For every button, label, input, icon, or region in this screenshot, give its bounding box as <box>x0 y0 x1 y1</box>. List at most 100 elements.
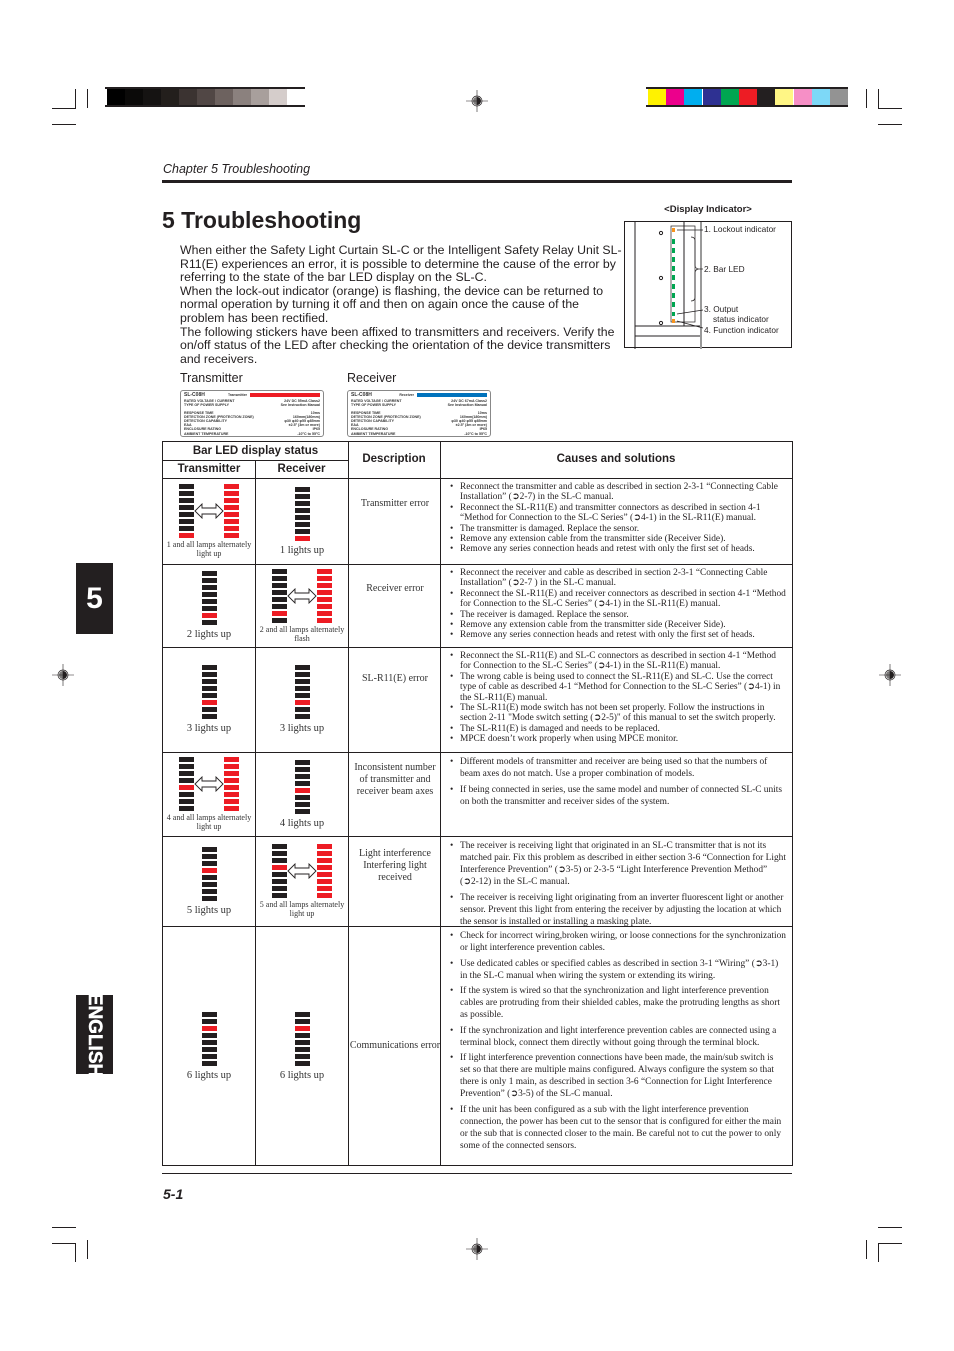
led-segment-off <box>201 672 217 677</box>
led-segment-off <box>179 519 194 524</box>
led-segment-lit <box>317 844 332 849</box>
bar-led-column <box>201 665 217 719</box>
led-segment-off <box>201 874 217 880</box>
receiver-status-cell: 4 lights up <box>256 752 348 836</box>
color-swatch <box>720 89 739 106</box>
registration-mark-icon <box>466 90 488 112</box>
led-segment-lit <box>224 806 239 811</box>
led-segment-off <box>201 1011 217 1017</box>
led-segment-off <box>272 582 287 588</box>
sticker-row: TYPE OF POWER SUPPLY See Instruction Manu… <box>351 403 487 407</box>
display-indicator-diagram: 1. Lockout indicator 2. Bar LED 3. Outpu… <box>624 221 792 349</box>
crop-mark <box>878 89 879 108</box>
led-segment-off <box>272 872 287 877</box>
status-caption: 3 lights up <box>186 723 232 734</box>
color-swatch <box>830 89 848 106</box>
sticker-field: AMBIENT TEMPERATURE <box>351 431 396 436</box>
cause-item: If the unit has been configured as a sub… <box>448 1104 786 1152</box>
led-segment-off <box>272 886 287 891</box>
bar-led-segment <box>672 239 675 244</box>
led-segment-off <box>272 596 287 602</box>
chapter-tab: 5 <box>76 563 113 634</box>
led-segment-off <box>201 860 217 866</box>
led-segment-off <box>201 853 217 859</box>
led-segment-lit <box>224 785 239 790</box>
sticker-color-bar <box>417 393 487 398</box>
sticker-model: SL-C08H <box>351 392 372 398</box>
cause-item: The transmitter is damaged. Replace the … <box>448 524 786 534</box>
language-tab-label: ENGLISH <box>84 992 106 1077</box>
error-description: Receiver error <box>366 582 424 594</box>
led-segment-lit <box>294 787 310 793</box>
color-swatch <box>684 89 703 106</box>
bar-led-column <box>201 1011 217 1066</box>
bar-led-segment <box>672 302 675 307</box>
callout-function: 4. Function indicator <box>704 325 779 335</box>
error-description: Light interference Interfering light rec… <box>359 847 431 883</box>
led-segment-off <box>294 665 310 670</box>
status-caption: 4 and all lamps alternately light up <box>166 813 252 831</box>
receiver-sticker-label: Receiver <box>347 371 397 385</box>
gray-swatch <box>143 89 161 106</box>
led-segment-lit <box>317 582 332 588</box>
crop-mark <box>878 1227 902 1228</box>
transmitter-status-cell: 6 lights up <box>163 926 255 1166</box>
crop-mark <box>878 1243 902 1244</box>
bar-led-segment <box>672 284 675 289</box>
led-segment-off <box>294 521 310 527</box>
led-segment-off <box>294 714 310 719</box>
led-segment-lit <box>224 505 239 510</box>
led-segment-lit <box>201 700 217 705</box>
bar-led-column <box>179 484 194 538</box>
led-display <box>201 846 217 901</box>
error-description: Transmitter error <box>360 497 430 509</box>
gray-swatch <box>161 89 179 106</box>
led-segment-off <box>294 1060 310 1066</box>
led-segment-lit <box>224 778 239 783</box>
crop-mark <box>87 1240 88 1259</box>
cause-item: If being connected in series, use the sa… <box>448 784 786 808</box>
sticker-field: TYPE OF POWER SUPPLY <box>351 403 396 408</box>
led-segment-off <box>272 879 287 884</box>
led-segment-lit <box>317 865 332 870</box>
sticker-row: AMBIENT TEMPERATURE -10°C to 55°C <box>184 432 320 436</box>
cause-item: The receiver is receiving light that ori… <box>448 840 786 888</box>
led-segment-lit <box>224 533 239 538</box>
led-segment-lit <box>317 589 332 595</box>
crop-mark <box>866 89 867 108</box>
led-segment-lit <box>224 792 239 797</box>
led-segment-off <box>201 714 217 719</box>
sticker-model: SL-C08H <box>184 392 205 398</box>
double-arrow-icon <box>287 587 317 604</box>
color-swatch <box>666 89 685 106</box>
error-description: SL-R11(E) error <box>362 672 428 684</box>
cause-item: Reconnect the transmitter and cable as d… <box>448 482 786 503</box>
sticker-row: TYPE OF POWER SUPPLY See Instruction Manu… <box>184 403 320 407</box>
led-segment-off <box>201 693 217 698</box>
status-caption: 2 and all lamps alternately flash <box>259 624 345 643</box>
led-display <box>294 665 310 719</box>
led-segment-off <box>294 672 310 677</box>
crop-mark <box>52 108 76 109</box>
led-segment-lit <box>224 512 239 517</box>
led-segment-off <box>294 693 310 698</box>
bar-led-column <box>201 846 217 901</box>
bar-led-segment <box>672 293 675 298</box>
transmitter-status-cell: 3 lights up <box>163 647 255 752</box>
led-segment-off <box>201 620 217 625</box>
led-segment-off <box>201 888 217 894</box>
bar-led-column <box>294 486 310 541</box>
led-segment-lit <box>317 879 332 884</box>
bar-led-column <box>272 568 287 623</box>
led-segment-lit <box>224 757 239 762</box>
sticker-value: See Instruction Manual <box>280 403 320 408</box>
bar-led-column <box>179 757 194 811</box>
color-swatch <box>793 89 812 106</box>
header-rule <box>162 180 792 183</box>
bar-led-column <box>224 484 239 538</box>
led-segment-lit <box>224 764 239 769</box>
led-segment-lit <box>317 858 332 863</box>
led-segment-off <box>272 575 287 581</box>
crop-mark <box>52 124 76 125</box>
sticker-header: SL-C08H Transmitter <box>184 392 320 398</box>
